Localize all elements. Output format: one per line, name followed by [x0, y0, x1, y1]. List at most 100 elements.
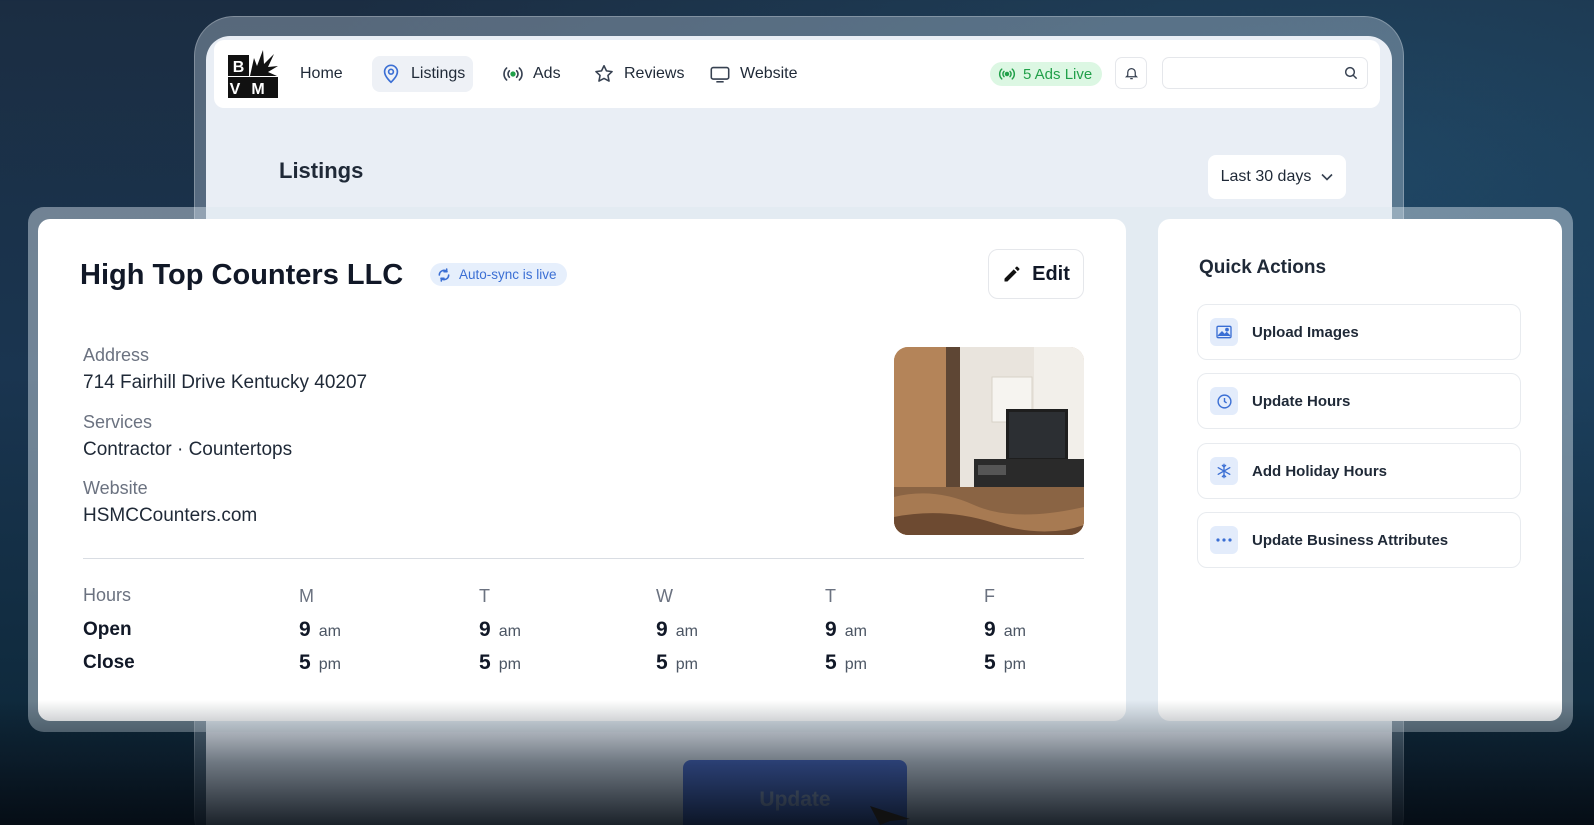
- edit-button[interactable]: Edit: [988, 249, 1084, 299]
- open-ampm: am: [844, 623, 867, 640]
- clock-icon: [1210, 387, 1238, 415]
- close-hour: 5: [825, 651, 837, 674]
- open-hour: 9: [656, 618, 668, 641]
- close-ampm: pm: [844, 656, 867, 673]
- open-time: 9 am: [479, 618, 521, 642]
- quick-actions-card: Quick Actions Upload Images Update Hours: [1158, 219, 1562, 721]
- map-pin-icon: [383, 64, 399, 84]
- bell-icon: [1124, 68, 1138, 80]
- open-time: 9 am: [825, 618, 867, 642]
- close-hour: 5: [984, 651, 996, 674]
- close-ampm: pm: [318, 656, 341, 673]
- quick-actions-title: Quick Actions: [1199, 257, 1327, 278]
- svg-text:M: M: [251, 81, 264, 98]
- hours-label: Hours: [83, 585, 132, 605]
- website-label: Website: [83, 478, 148, 498]
- open-hour: 9: [299, 618, 311, 641]
- update-hours-label: Update Hours: [1252, 392, 1351, 410]
- edit-label: Edit: [1032, 262, 1070, 285]
- services-label: Services: [83, 412, 153, 432]
- update-business-attributes-label: Update Business Attributes: [1252, 531, 1449, 549]
- search-box: [1162, 57, 1368, 89]
- hours-divider: [83, 558, 1084, 559]
- close-ampm: pm: [498, 656, 521, 673]
- business-name: High Top Counters LLC: [80, 259, 404, 291]
- close-ampm: pm: [1003, 656, 1026, 673]
- update-business-attributes-button[interactable]: Update Business Attributes: [1197, 512, 1521, 568]
- search-icon[interactable]: [1343, 65, 1359, 81]
- listing-photo[interactable]: [894, 347, 1084, 535]
- open-hour: 9: [825, 618, 837, 641]
- website-value: HSMCCounters.com: [83, 505, 258, 526]
- nav-website[interactable]: Website: [701, 56, 806, 92]
- nav-reviews-label: Reviews: [624, 65, 685, 82]
- search-input[interactable]: [1171, 62, 1331, 84]
- top-nav: B V M Home Listings Ads Reviews Website: [214, 40, 1380, 108]
- close-label: Close: [83, 652, 135, 673]
- svg-text:B: B: [233, 59, 245, 76]
- day-header: T: [479, 586, 490, 606]
- add-holiday-hours-button[interactable]: Add Holiday Hours: [1197, 443, 1521, 499]
- day-header: T: [825, 586, 836, 606]
- day-header: M: [299, 586, 314, 606]
- page-title: Listings: [279, 158, 364, 183]
- nav-listings-label: Listings: [411, 65, 466, 82]
- open-time: 9 am: [299, 618, 341, 642]
- snowflake-icon: [1210, 457, 1238, 485]
- close-ampm: pm: [675, 656, 698, 673]
- nav-reviews[interactable]: Reviews: [585, 56, 692, 92]
- address-value: 714 Fairhill Drive Kentucky 40207: [83, 372, 368, 393]
- nav-home[interactable]: Home: [292, 56, 351, 92]
- close-hour: 5: [479, 651, 491, 674]
- open-hour: 9: [984, 618, 996, 641]
- close-hour: 5: [656, 651, 668, 674]
- image-icon: [1210, 318, 1238, 346]
- update-button-label: Update: [759, 788, 831, 811]
- day-header: W: [656, 586, 673, 606]
- monitor-icon: [710, 66, 730, 83]
- sync-status-label: Auto-sync is live: [459, 267, 557, 282]
- nav-website-label: Website: [740, 65, 798, 82]
- open-hour: 9: [479, 618, 491, 641]
- open-ampm: am: [675, 623, 698, 640]
- broadcast-icon: [503, 67, 523, 81]
- update-hours-button[interactable]: Update Hours: [1197, 373, 1521, 429]
- notifications-button[interactable]: [1115, 57, 1147, 89]
- open-time: 9 am: [656, 618, 698, 642]
- nav-home-label: Home: [300, 65, 343, 82]
- open-label: Open: [83, 619, 132, 640]
- nav-ads[interactable]: Ads: [494, 56, 569, 92]
- close-time: 5 pm: [656, 651, 698, 675]
- close-time: 5 pm: [984, 651, 1026, 675]
- close-time: 5 pm: [825, 651, 867, 675]
- address-label: Address: [83, 345, 150, 365]
- date-range-dropdown[interactable]: Last 30 days: [1208, 155, 1346, 199]
- open-ampm: am: [1003, 623, 1026, 640]
- nav-ads-label: Ads: [533, 65, 561, 82]
- svg-text:V: V: [230, 81, 241, 98]
- close-hour: 5: [299, 651, 311, 674]
- date-range-label: Last 30 days: [1220, 168, 1312, 185]
- sync-icon: [438, 267, 450, 282]
- upload-images-button[interactable]: Upload Images: [1197, 304, 1521, 360]
- more-icon: [1210, 526, 1238, 554]
- day-header: F: [984, 586, 995, 606]
- nav-listings[interactable]: Listings: [372, 56, 474, 92]
- close-time: 5 pm: [299, 651, 341, 675]
- sync-status-badge: Auto-sync is live: [430, 263, 567, 286]
- bvm-logo[interactable]: B V M: [228, 48, 278, 98]
- upload-images-label: Upload Images: [1252, 323, 1359, 341]
- mouse-cursor-icon: [870, 806, 910, 825]
- add-holiday-hours-label: Add Holiday Hours: [1252, 462, 1388, 480]
- pencil-icon: [1004, 266, 1020, 282]
- broadcast-icon: [998, 68, 1016, 80]
- chevron-down-icon: [1321, 173, 1333, 181]
- services-value: Contractor · Countertops: [83, 439, 293, 460]
- open-time: 9 am: [984, 618, 1026, 642]
- close-time: 5 pm: [479, 651, 521, 675]
- open-ampm: am: [498, 623, 521, 640]
- star-icon: [595, 64, 613, 82]
- ads-live-label: 5 Ads Live: [1023, 65, 1093, 83]
- open-ampm: am: [318, 623, 341, 640]
- ads-live-badge[interactable]: 5 Ads Live: [990, 62, 1103, 86]
